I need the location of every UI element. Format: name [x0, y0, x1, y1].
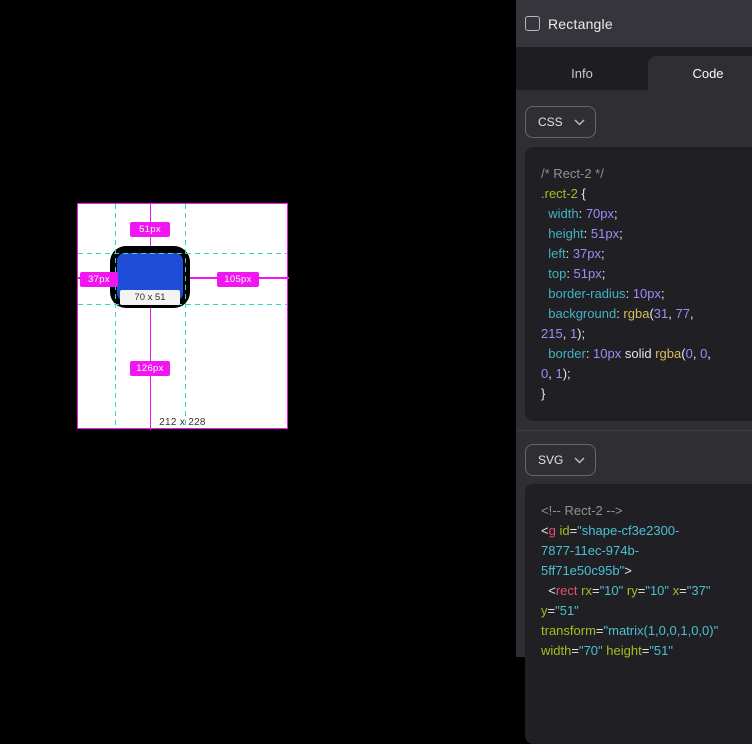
code-line: 0, 1); — [541, 364, 752, 384]
canvas-workspace[interactable]: 51px 37px 105px 126px 70 x 51 212 x 228 — [0, 0, 516, 657]
code-line: } — [541, 384, 752, 404]
code-line: background: rgba(31, 77, — [541, 304, 752, 324]
svg-language-select[interactable]: SVG — [525, 444, 596, 476]
right-panel: Rectangle Info Code CSS /* Rect-2 */.rec… — [516, 0, 752, 657]
artboard-size-label: 212 x 228 — [78, 417, 287, 428]
bottom-bound-dashed-guide — [78, 304, 287, 305]
measurement-badge-right: 105px — [217, 272, 259, 287]
right-bound-dashed-guide — [185, 204, 186, 428]
css-select-value: CSS — [538, 115, 563, 129]
shape-size-badge: 70 x 51 — [120, 290, 180, 305]
code-line: /* Rect-2 */ — [541, 164, 752, 184]
code-line: <g id="shape-cf3e2300- — [541, 521, 752, 541]
code-line: left: 37px; — [541, 244, 752, 264]
svg-select-value: SVG — [538, 453, 563, 467]
tab-strip: Info Code — [516, 47, 752, 90]
tab-code[interactable]: Code — [648, 56, 752, 90]
measurement-badge-top: 51px — [130, 222, 170, 237]
tab-info[interactable]: Info — [516, 56, 648, 90]
code-line: 7877-11ec-974b- — [541, 541, 752, 561]
code-line: 5ff71e50c95b"> — [541, 561, 752, 581]
measurement-badge-bottom: 126px — [130, 361, 170, 376]
code-line: y="51" — [541, 601, 752, 621]
css-language-select[interactable]: CSS — [525, 106, 596, 138]
code-line: height: 51px; — [541, 224, 752, 244]
top-bound-dashed-guide — [78, 253, 287, 254]
css-code-block[interactable]: /* Rect-2 */.rect-2 { width: 70px; heigh… — [525, 147, 752, 421]
layer-title: Rectangle — [548, 16, 613, 32]
left-bound-dashed-guide — [115, 204, 116, 428]
vertical-center-guide — [150, 204, 152, 430]
measurement-badge-left: 37px — [80, 272, 118, 287]
code-line: width="70" height="51" — [541, 641, 752, 661]
code-line: border: 10px solid rgba(0, 0, — [541, 344, 752, 364]
layer-header: Rectangle — [516, 0, 752, 47]
chevron-down-icon — [574, 119, 585, 126]
artboard[interactable]: 51px 37px 105px 126px 70 x 51 212 x 228 — [77, 203, 288, 429]
chevron-down-icon — [574, 457, 585, 464]
code-line: width: 70px; — [541, 204, 752, 224]
section-divider — [516, 430, 752, 431]
code-line: 215, 1); — [541, 324, 752, 344]
code-line: border-radius: 10px; — [541, 284, 752, 304]
layer-checkbox[interactable] — [525, 16, 540, 31]
code-line: .rect-2 { — [541, 184, 752, 204]
code-line: <rect rx="10" ry="10" x="37" — [541, 581, 752, 601]
svg-code-block[interactable]: <!-- Rect-2 --><g id="shape-cf3e2300-787… — [525, 484, 752, 744]
code-line: top: 51px; — [541, 264, 752, 284]
code-line: <!-- Rect-2 --> — [541, 501, 752, 521]
code-line: transform="matrix(1,0,0,1,0,0)" — [541, 621, 752, 641]
